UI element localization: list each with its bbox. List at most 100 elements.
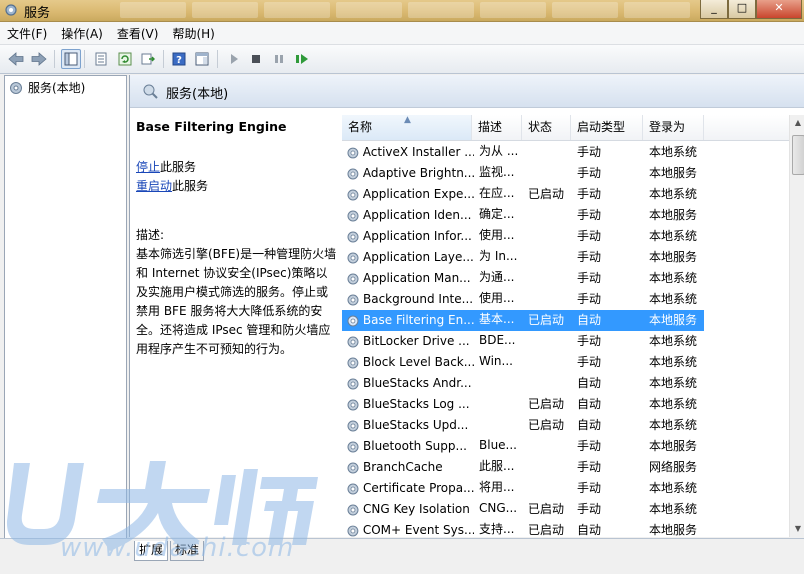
help-icon[interactable]: ? [170, 50, 188, 68]
table-row[interactable]: Block Level Back... Win... 手动 本地系统 [342, 352, 789, 373]
service-gear-icon [347, 525, 359, 536]
column-header-logon-as[interactable]: 登录为 [643, 115, 704, 140]
service-description-cell: 为 In... [479, 249, 518, 263]
table-row[interactable]: Certificate Propa... 将用... 手动 本地系统 [342, 478, 789, 499]
table-row[interactable]: ActiveX Installer ... 为从 ... 手动 本地系统 [342, 142, 789, 163]
service-startup-cell: 自动 [577, 418, 602, 432]
service-logon-cell: 本地系统 [649, 397, 698, 411]
toolbar: ? [0, 45, 804, 74]
search-gear-icon [143, 84, 158, 99]
service-logon-cell: 本地服务 [649, 523, 698, 537]
service-gear-icon [347, 210, 359, 221]
column-header-startup-type[interactable]: 启动类型 [571, 115, 643, 140]
export-list-icon[interactable] [139, 50, 157, 68]
description-text: 基本筛选引擎(BFE)是一种管理防火墙和 Internet 协议安全(IPsec… [136, 247, 337, 356]
minimize-button[interactable]: _ [700, 0, 728, 19]
service-name-cell: COM+ Event Sys... [346, 520, 474, 537]
selected-service-name: Base Filtering Engine [136, 119, 287, 134]
scroll-up-icon[interactable]: ▲ [790, 115, 804, 131]
service-logon-cell: 本地系统 [649, 187, 698, 201]
service-startup-cell: 手动 [577, 292, 602, 306]
service-name-cell: Block Level Back... [346, 352, 474, 373]
service-description-cell: 基本... [479, 312, 515, 326]
table-row[interactable]: CNG Key Isolation CNG... 已启动 手动 本地系统 [342, 499, 789, 520]
table-row[interactable]: Adaptive Brightn... 监视... 手动 本地服务 [342, 163, 789, 184]
service-gear-icon [347, 420, 359, 431]
pause-service-icon[interactable] [270, 50, 288, 68]
service-logon-cell: 本地服务 [649, 166, 698, 180]
service-startup-cell: 自动 [577, 313, 602, 327]
back-arrow-icon[interactable] [7, 50, 25, 68]
taskbar-ghost-tabs [120, 2, 690, 18]
service-gear-icon [347, 231, 359, 242]
service-description-cell: 使用... [479, 291, 515, 305]
service-startup-cell: 手动 [577, 439, 602, 453]
restart-service-link[interactable]: 重启动 [136, 179, 172, 193]
refresh-icon[interactable] [116, 50, 134, 68]
service-description-cell: 监视... [479, 165, 515, 179]
view-tabs: 扩展 标准 [0, 538, 804, 572]
show-hide-tree-icon[interactable] [61, 49, 81, 69]
table-row[interactable]: Background Inte... 使用... 手动 本地系统 [342, 289, 789, 310]
menu-file[interactable]: 文件(F) [0, 22, 54, 44]
service-startup-cell: 手动 [577, 187, 602, 201]
tab-extended[interactable]: 扩展 [134, 541, 169, 561]
properties-icon[interactable] [92, 50, 110, 68]
service-name-cell: Certificate Propa... [346, 478, 474, 499]
service-gear-icon [347, 483, 359, 494]
maximize-button[interactable]: □ [728, 0, 756, 19]
service-logon-cell: 本地服务 [649, 439, 698, 453]
service-description-cell: BDE... [479, 333, 516, 347]
forward-arrow-icon[interactable] [30, 50, 48, 68]
stop-service-icon[interactable] [247, 50, 265, 68]
column-header-description[interactable]: 描述 [472, 115, 522, 140]
table-row[interactable]: Bluetooth Supp... Blue... 手动 本地服务 [342, 436, 789, 457]
table-row[interactable]: BlueStacks Log ... 已启动 自动 本地系统 [342, 394, 789, 415]
restart-service-icon[interactable] [293, 50, 311, 68]
table-row[interactable]: Application Laye... 为 In... 手动 本地服务 [342, 247, 789, 268]
service-name-cell: Application Iden... [346, 205, 474, 226]
service-logon-cell: 本地服务 [649, 208, 698, 222]
service-description-cell: 使用... [479, 228, 515, 242]
menu-help[interactable]: 帮助(H) [165, 22, 221, 44]
service-name-cell: Application Expe... [346, 184, 474, 205]
table-row[interactable]: Application Iden... 确定... 手动 本地服务 [342, 205, 789, 226]
service-description-cell: 此服... [479, 459, 515, 473]
service-description-cell: 将用... [479, 480, 515, 494]
service-startup-cell: 手动 [577, 250, 602, 264]
pane-title: 服务(本地) [166, 87, 229, 102]
services-gear-icon [5, 4, 17, 16]
vertical-scrollbar[interactable]: ▲ ▼ [789, 115, 804, 537]
service-name-cell: BlueStacks Log ... [346, 394, 474, 415]
service-startup-cell: 手动 [577, 460, 602, 474]
table-row[interactable]: Application Expe... 在应... 已启动 手动 本地系统 [342, 184, 789, 205]
table-row[interactable]: Application Man... 为通... 手动 本地系统 [342, 268, 789, 289]
service-name-cell: ActiveX Installer ... [346, 142, 474, 163]
service-description-cell: 确定... [479, 207, 515, 221]
table-row[interactable]: BitLocker Drive ... BDE... 手动 本地系统 [342, 331, 789, 352]
service-startup-cell: 手动 [577, 166, 602, 180]
table-row[interactable]: COM+ Event Sys... 支持... 已启动 自动 本地服务 [342, 520, 789, 537]
table-row[interactable]: Base Filtering En... 基本... 已启动 自动 本地服务 [342, 310, 704, 331]
service-logon-cell: 本地系统 [649, 229, 698, 243]
column-header-status[interactable]: 状态 [522, 115, 571, 140]
table-row[interactable]: BlueStacks Andr... 自动 本地系统 [342, 373, 789, 394]
table-row[interactable]: Application Infor... 使用... 手动 本地系统 [342, 226, 789, 247]
table-row[interactable]: BlueStacks Upd... 已启动 自动 本地系统 [342, 415, 789, 436]
table-row[interactable]: BranchCache 此服... 手动 网络服务 [342, 457, 789, 478]
service-gear-icon [347, 336, 359, 347]
tree-item-services-local[interactable]: 服务(本地) [8, 79, 85, 96]
stop-service-link[interactable]: 停止 [136, 160, 160, 174]
column-header-name[interactable]: 名称 ▲ [342, 115, 472, 140]
service-gear-icon [347, 252, 359, 263]
start-service-icon[interactable] [225, 50, 243, 68]
service-startup-cell: 手动 [577, 502, 602, 516]
view-icon[interactable] [193, 50, 211, 68]
close-button[interactable]: ✕ [756, 0, 802, 19]
tab-standard[interactable]: 标准 [170, 541, 205, 561]
scroll-down-icon[interactable]: ▼ [790, 521, 804, 537]
scroll-thumb[interactable] [792, 135, 804, 175]
service-startup-cell: 手动 [577, 145, 602, 159]
menu-view[interactable]: 查看(V) [110, 22, 166, 44]
menu-action[interactable]: 操作(A) [54, 22, 110, 44]
